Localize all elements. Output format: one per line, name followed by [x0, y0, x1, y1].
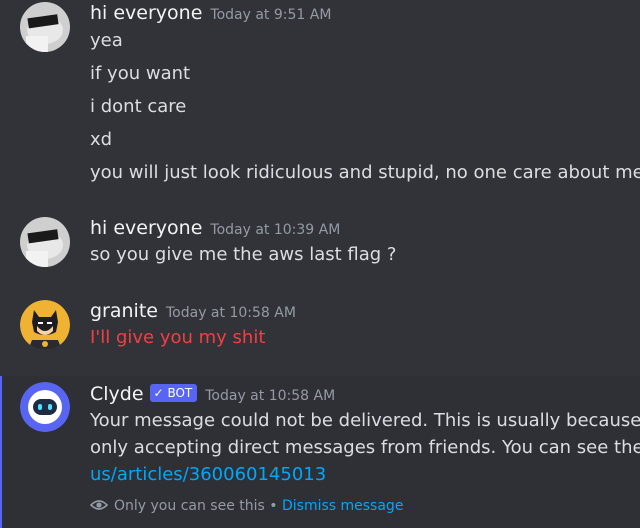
message-header: hi everyone Today at 10:39 AM	[90, 217, 340, 239]
bot-badge-label: BOT	[167, 386, 193, 400]
timestamp: Today at 10:39 AM	[210, 222, 341, 238]
message-text: if you want	[90, 63, 191, 84]
timestamp: Today at 10:58 AM	[205, 388, 336, 404]
message-text: Your message could not be delivered. Thi…	[90, 410, 640, 431]
message-header: hi everyone Today at 9:51 AM	[90, 2, 331, 24]
user-avatar[interactable]	[20, 300, 70, 350]
separator: •	[269, 498, 278, 514]
author-name[interactable]: granite	[90, 300, 158, 322]
message-header: Clyde ✓ BOT Today at 10:58 AM	[90, 383, 335, 405]
message-header: granite Today at 10:58 AM	[90, 300, 296, 322]
message-text: i dont care	[90, 96, 187, 117]
message-text: I'll give you my shit	[90, 327, 266, 348]
author-name[interactable]: hi everyone	[90, 217, 202, 239]
clyde-robot-icon	[20, 382, 70, 432]
ephemeral-note: Only you can see this • Dismiss message	[90, 498, 403, 514]
bot-badge: ✓ BOT	[149, 384, 198, 402]
help-link[interactable]: us/articles/360060145013	[90, 464, 326, 485]
eye-icon	[90, 500, 108, 510]
message-text: so you give me the aws last flag ?	[90, 244, 397, 265]
author-name[interactable]: Clyde	[90, 383, 144, 405]
user-avatar[interactable]	[20, 2, 70, 52]
message-text: you will just look ridiculous and stupid…	[90, 162, 640, 183]
message-text: yea	[90, 30, 123, 51]
dismiss-message-link[interactable]: Dismiss message	[282, 498, 403, 514]
clyde-avatar[interactable]	[20, 382, 70, 432]
timestamp: Today at 10:58 AM	[165, 305, 296, 321]
author-name[interactable]: hi everyone	[90, 2, 202, 24]
message-text: only accepting direct messages from frie…	[90, 437, 640, 458]
user-avatar[interactable]	[20, 217, 70, 267]
ephemeral-message-accent	[0, 376, 2, 528]
ephemeral-note-text: Only you can see this	[114, 498, 265, 514]
check-icon: ✓	[153, 386, 164, 400]
message-text: xd	[90, 129, 113, 150]
timestamp: Today at 9:51 AM	[210, 7, 332, 23]
